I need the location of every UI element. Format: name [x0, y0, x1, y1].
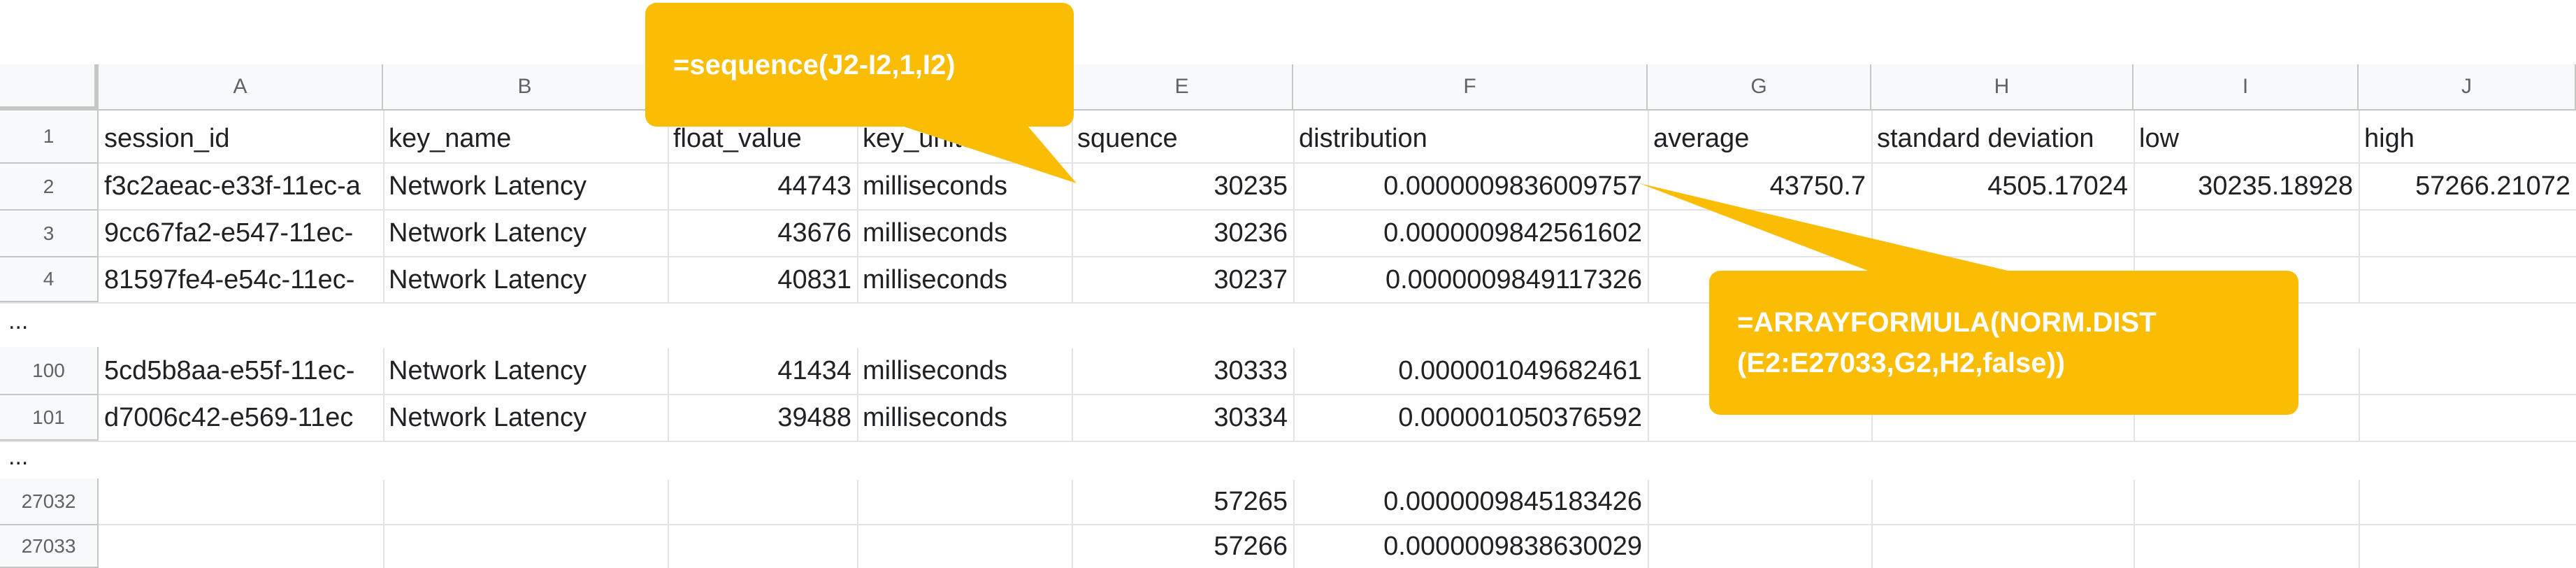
spreadsheet: A B C D E F G H I J 1 session_id key_nam…: [0, 0, 2576, 568]
arrayformula-text-line2: (E2:E27033,G2,H2,false)): [1737, 348, 2066, 378]
sequence-formula-text: =sequence(J2-I2,1,I2): [673, 49, 956, 80]
sequence-formula-callout: =sequence(J2-I2,1,I2): [645, 3, 1074, 127]
arrayformula-callout: =ARRAYFORMULA(NORM.DIST (E2:E27033,G2,H2…: [1709, 271, 2298, 415]
arrayformula-callout-pointer: [1639, 183, 2017, 273]
sequence-callout-pointer: [902, 126, 1077, 183]
arrayformula-text-line1: =ARRAYFORMULA(NORM.DIST: [1737, 307, 2157, 338]
